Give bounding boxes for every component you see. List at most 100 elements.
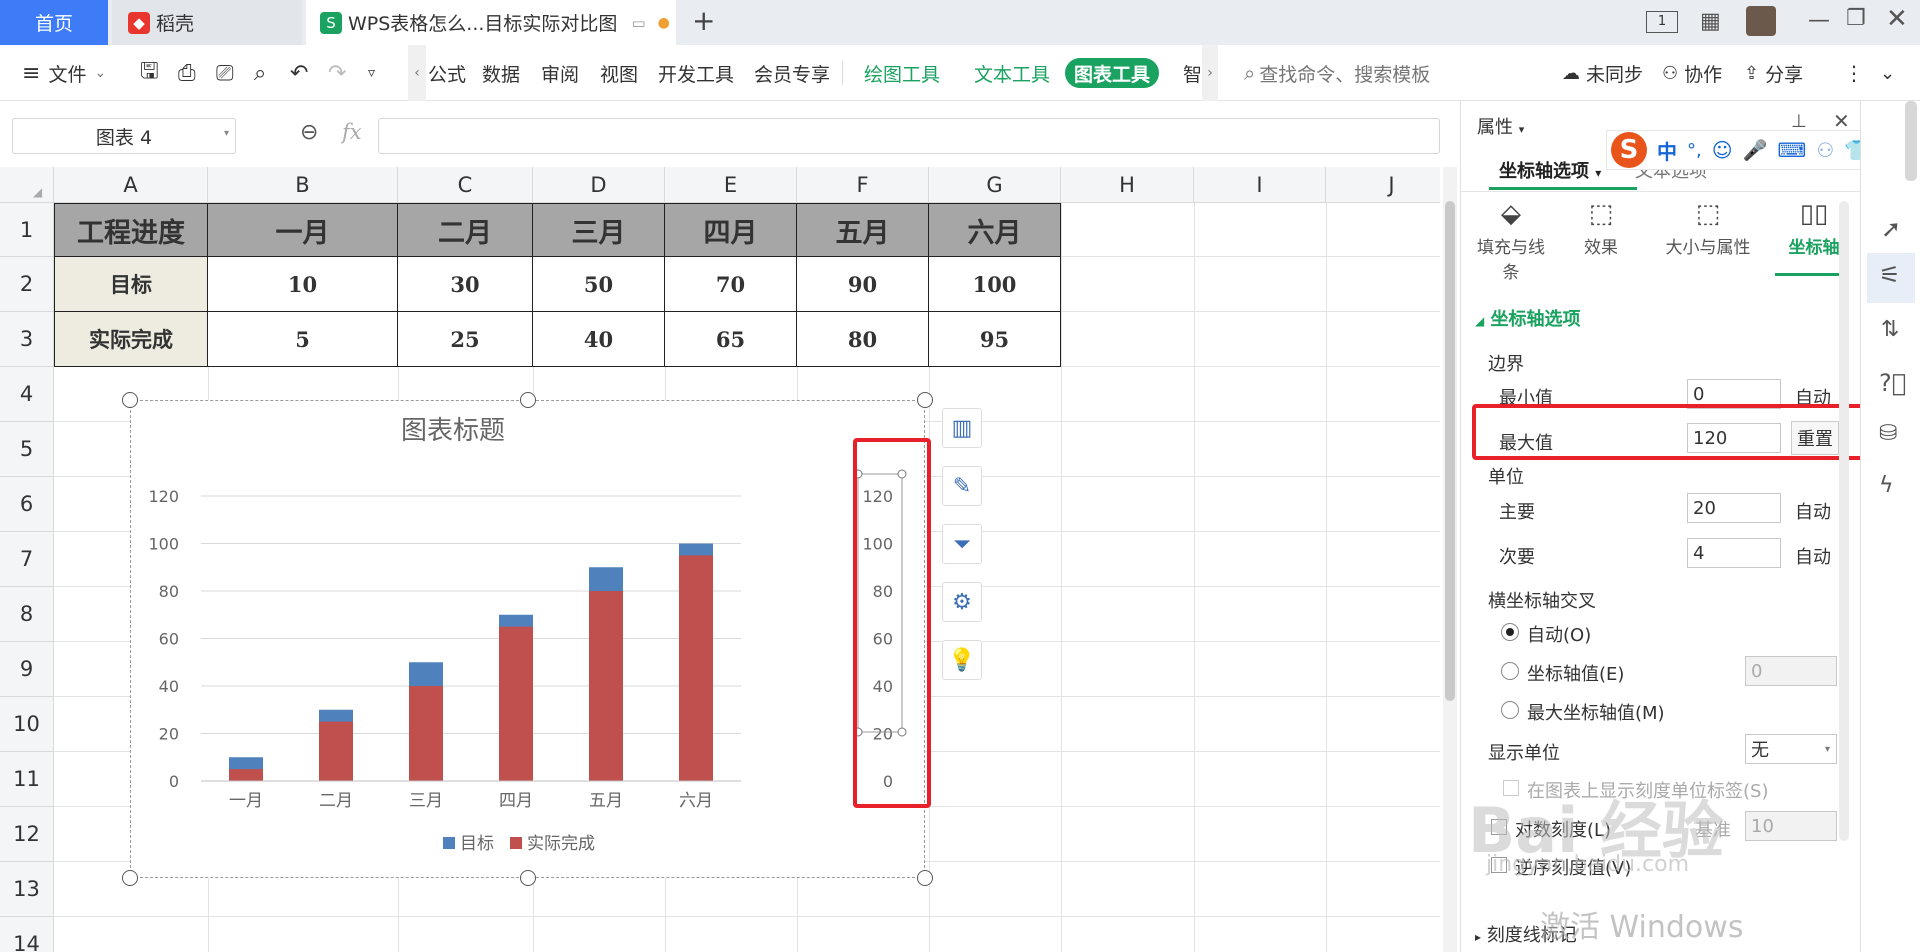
chart-settings-gear-icon[interactable]: ⚙: [942, 582, 982, 622]
scroll-right-icon[interactable]: ›: [1202, 45, 1218, 101]
header-cell[interactable]: 五月: [797, 203, 929, 257]
panel-scrollbar[interactable]: [1839, 201, 1849, 841]
value-cell[interactable]: 90: [797, 257, 929, 312]
column-header-I[interactable]: I: [1194, 167, 1326, 203]
export-pdf-icon[interactable]: ⎙: [178, 45, 196, 101]
subtab-fill-line[interactable]: ⬙ 填充与线条: [1471, 199, 1551, 283]
column-header-J[interactable]: J: [1326, 167, 1440, 203]
fx-icon[interactable]: fx: [342, 120, 362, 144]
save-icon[interactable]: 🖫: [140, 45, 159, 101]
menu-more[interactable]: 智: [1183, 45, 1202, 101]
name-box[interactable]: 图表 4 ▾: [12, 118, 236, 154]
value-cell[interactable]: 70: [665, 257, 797, 312]
row-header-8[interactable]: 8: [0, 587, 54, 642]
log-base-input[interactable]: 10: [1745, 811, 1837, 841]
scroll-left-icon[interactable]: ‹: [408, 45, 426, 101]
share-button[interactable]: ⇪ 分享: [1744, 45, 1803, 101]
menu-drawing-tools[interactable]: 绘图工具: [864, 45, 940, 101]
panel-title[interactable]: 属性 ▾: [1477, 113, 1524, 139]
sidebar-scrollbar[interactable]: [1905, 101, 1917, 181]
value-cell[interactable]: 5: [208, 312, 398, 367]
row-header-3[interactable]: 3: [0, 312, 54, 367]
section-tick-marks[interactable]: ▸ 刻度线标记: [1475, 921, 1577, 947]
menu-member[interactable]: 会员专享: [754, 45, 830, 101]
row-header-9[interactable]: 9: [0, 642, 54, 697]
row-label-cell[interactable]: 实际完成: [54, 312, 208, 367]
tab-axis-options[interactable]: 坐标轴选项 ▾: [1499, 157, 1601, 183]
value-cell[interactable]: 95: [929, 312, 1061, 367]
bar-actual[interactable]: [499, 626, 533, 781]
cross-value-input[interactable]: 0: [1745, 656, 1837, 686]
minor-unit-input[interactable]: 4: [1687, 538, 1781, 568]
value-cell[interactable]: 65: [665, 312, 797, 367]
menu-view[interactable]: 视图: [600, 45, 638, 101]
command-search[interactable]: ⌕ 查找命令、搜索模板: [1244, 45, 1430, 101]
chart-resize-handle[interactable]: [122, 392, 138, 408]
header-cell[interactable]: 二月: [398, 203, 533, 257]
tab-daoke[interactable]: ◆ 稻壳: [112, 0, 302, 45]
section-axis-options[interactable]: ◢ 坐标轴选项: [1475, 305, 1581, 331]
store-icon[interactable]: ⛁: [1879, 421, 1897, 446]
menu-chart-tools[interactable]: 图表工具: [1065, 58, 1159, 88]
radio-cross-auto[interactable]: [1501, 623, 1519, 641]
row-label-cell[interactable]: 目标: [54, 257, 208, 312]
user-group-icon[interactable]: ⚇: [1816, 138, 1834, 162]
minimize-icon[interactable]: —: [1808, 8, 1830, 33]
chart-elements-icon[interactable]: ▥: [942, 408, 982, 448]
ime-punct-toggle[interactable]: °,: [1687, 140, 1702, 161]
column-header-H[interactable]: H: [1061, 167, 1194, 203]
bar-actual[interactable]: [319, 721, 353, 781]
value-cell[interactable]: 30: [398, 257, 533, 312]
reverse-scale-checkbox[interactable]: [1491, 857, 1507, 873]
quick-access-dropdown-icon[interactable]: ▿: [368, 45, 375, 101]
column-header-E[interactable]: E: [665, 167, 797, 203]
window-count-badge[interactable]: 1: [1646, 11, 1678, 33]
column-header-B[interactable]: B: [208, 167, 398, 203]
column-header-G[interactable]: G: [929, 167, 1061, 203]
print-preview-icon[interactable]: ⌕: [254, 45, 266, 101]
collapse-ribbon-icon[interactable]: ⌄: [1880, 45, 1895, 101]
select-pointer-icon[interactable]: ➚: [1881, 215, 1901, 243]
formula-input[interactable]: [378, 118, 1440, 154]
print-icon[interactable]: ⎚: [216, 45, 234, 101]
header-cell[interactable]: 四月: [665, 203, 797, 257]
menu-developer[interactable]: 开发工具: [658, 45, 734, 101]
pin-icon[interactable]: ⊥: [1791, 111, 1807, 132]
chart-resize-handle[interactable]: [122, 870, 138, 886]
close-window-icon[interactable]: ✕: [1886, 4, 1908, 34]
value-cell[interactable]: 100: [929, 257, 1061, 312]
radio-cross-max[interactable]: [1501, 701, 1519, 719]
chart-filter-icon[interactable]: ⏷: [942, 524, 982, 564]
row-header-7[interactable]: 7: [0, 532, 54, 587]
column-header-A[interactable]: A: [54, 167, 208, 203]
lightning-icon[interactable]: ϟ: [1879, 473, 1894, 498]
file-menu-button[interactable]: ≡ 文件 ⌄: [22, 45, 106, 101]
collaborate-button[interactable]: ⚇ 协作: [1662, 45, 1722, 101]
sync-button[interactable]: ☁ 未同步: [1562, 45, 1643, 101]
chart-resize-handle[interactable]: [917, 392, 933, 408]
row-header-6[interactable]: 6: [0, 477, 54, 532]
column-header-F[interactable]: F: [797, 167, 929, 203]
tab-document[interactable]: S WPS表格怎么...目标实际对比图 ▭ ●: [306, 0, 676, 45]
bar-actual[interactable]: [229, 769, 263, 781]
menu-review[interactable]: 审阅: [541, 45, 579, 101]
header-cell[interactable]: 三月: [533, 203, 665, 257]
value-cell[interactable]: 10: [208, 257, 398, 312]
row-header-1[interactable]: 1: [0, 203, 54, 257]
legend-swatch[interactable]: [510, 837, 522, 849]
menu-data[interactable]: 数据: [482, 45, 520, 101]
swap-icon[interactable]: ⇅: [1881, 317, 1899, 342]
subtab-size-properties[interactable]: ⬚ 大小与属性: [1653, 199, 1763, 258]
restore-icon[interactable]: ❐: [1846, 6, 1866, 31]
bar-actual[interactable]: [409, 686, 443, 781]
row-header-4[interactable]: 4: [0, 367, 54, 422]
select-all-corner[interactable]: ◢: [0, 167, 54, 203]
more-options-icon[interactable]: ⋮: [1844, 45, 1864, 101]
header-cell[interactable]: 工程进度: [54, 203, 208, 257]
header-cell[interactable]: 一月: [208, 203, 398, 257]
log-scale-checkbox[interactable]: [1491, 819, 1507, 835]
row-header-10[interactable]: 10: [0, 697, 54, 752]
legend-swatch[interactable]: [443, 837, 455, 849]
ime-lang-toggle[interactable]: 中: [1657, 136, 1677, 165]
properties-sliders-icon[interactable]: ⚟: [1879, 261, 1901, 289]
